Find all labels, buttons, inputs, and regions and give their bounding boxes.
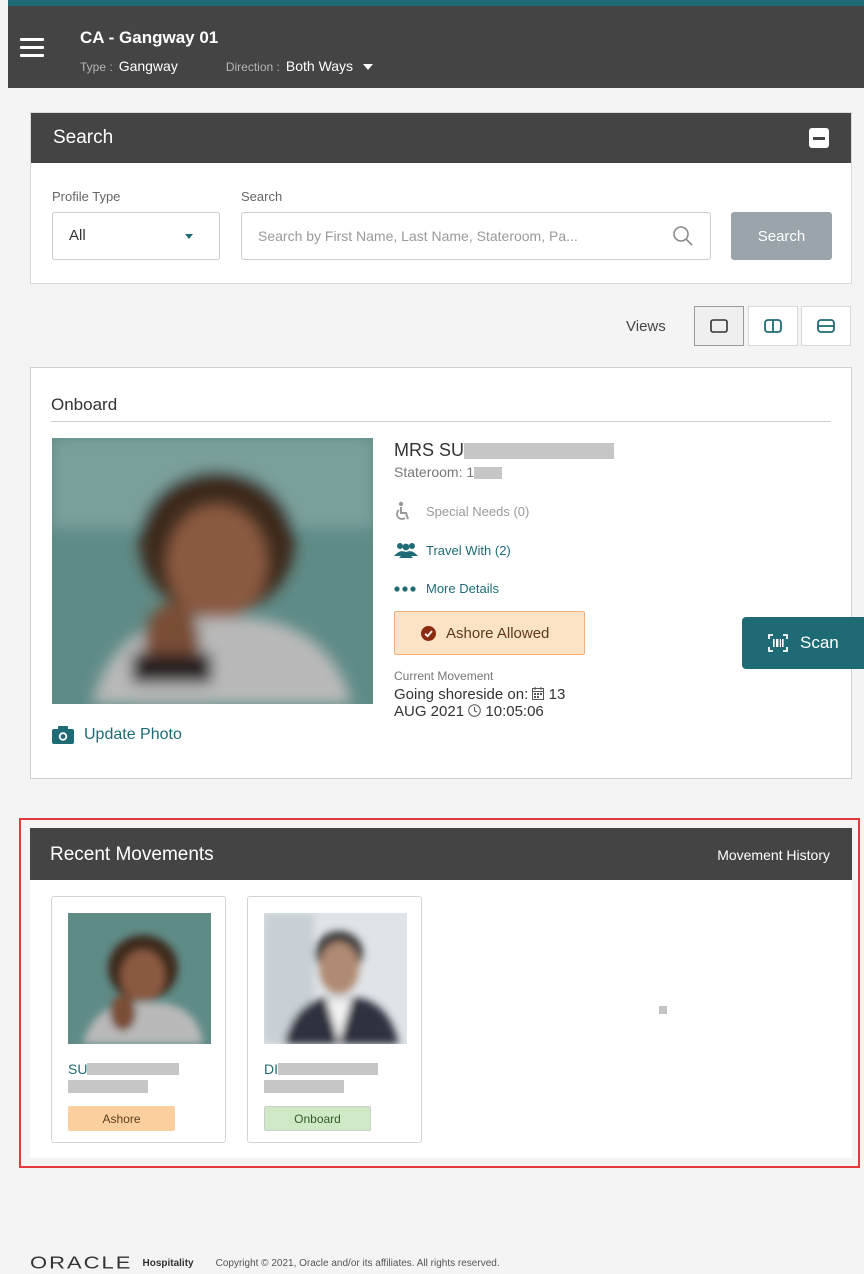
guest-name-prefix: DI: [264, 1061, 278, 1077]
search-button[interactable]: Search: [731, 212, 832, 260]
guest-photo: [52, 438, 373, 704]
profile-type-value: All: [69, 227, 86, 244]
camera-icon: [52, 726, 74, 744]
clock-icon: [468, 704, 482, 717]
stateroom-text: Stateroom: 1: [394, 464, 475, 480]
search-panel-header: Search: [31, 113, 851, 163]
search-label: Search: [241, 189, 283, 204]
accessibility-icon: [396, 501, 409, 520]
scan-button[interactable]: Scan: [742, 617, 864, 669]
more-details-link[interactable]: More Details: [394, 581, 499, 596]
status-badge: Ashore: [68, 1106, 175, 1131]
single-view-icon: [710, 319, 728, 333]
gangway-title: CA - Gangway 01: [80, 28, 219, 47]
redacted-stateroom: [474, 467, 503, 480]
search-panel: Search Profile Type Search All Search: [30, 112, 852, 284]
scan-label: Scan: [800, 633, 839, 652]
redacted-detail: [68, 1080, 148, 1093]
app-header: CA - Gangway 01 Type : Gangway Direction :…: [8, 6, 864, 88]
profile-type-select[interactable]: All: [52, 212, 220, 260]
type-value: Gangway: [118, 58, 178, 74]
hamburger-menu-icon[interactable]: [20, 38, 44, 58]
check-circle-icon: [421, 625, 436, 641]
group-icon: [394, 543, 418, 558]
redacted-name: [278, 1063, 378, 1075]
collapse-icon[interactable]: [809, 128, 829, 148]
search-input[interactable]: [242, 213, 652, 259]
movement-time: 10:05:06: [485, 703, 544, 720]
direction-dropdown[interactable]: Both Ways: [285, 58, 374, 74]
search-panel-title: Search: [53, 127, 114, 148]
update-photo-label: Update Photo: [84, 726, 182, 743]
type-label: Type :: [80, 60, 113, 74]
copyright-text: Copyright © 2021, Oracle and/or its affi…: [215, 1257, 500, 1269]
ashore-allowed-status: Ashore Allowed: [394, 611, 585, 655]
redacted-detail: [264, 1080, 344, 1093]
profile-type-label: Profile Type: [52, 189, 121, 204]
guest-name-text: MRS SU: [394, 440, 465, 460]
movement-text: Going shoreside on:: [394, 686, 529, 703]
single-view-button[interactable]: [694, 306, 744, 346]
status-badge: Onboard: [264, 1106, 371, 1131]
travel-with-link[interactable]: Travel With (2): [394, 542, 511, 558]
more-dots-icon: [394, 585, 416, 592]
oracle-logo-sub: Hospitality: [142, 1257, 194, 1269]
movement-history-link[interactable]: Movement History: [717, 847, 830, 863]
movement-card[interactable]: SU Ashore: [51, 896, 226, 1143]
search-icon[interactable]: [672, 225, 694, 247]
split-horizontal-view-button[interactable]: [801, 306, 851, 346]
special-needs-label: Special Needs (0): [426, 503, 530, 519]
guest-detail-card: Onboard Update Photo MRS SU Stateroom: 1…: [30, 367, 852, 779]
movement-guest-name: SU: [68, 1061, 180, 1077]
footer: ORACLE Hospitality Copyright © 2021, Ora…: [30, 1250, 500, 1274]
guest-name: MRS SU: [394, 440, 615, 461]
movement-date-rest: AUG 2021: [394, 703, 465, 720]
chevron-down-icon: [185, 234, 193, 239]
movement-guest-name: DI: [264, 1061, 378, 1077]
status-label: Ashore Allowed: [446, 624, 550, 642]
loading-indicator: [659, 1006, 667, 1014]
divider: [51, 421, 831, 422]
guest-name-prefix: SU: [68, 1061, 88, 1077]
onboard-section-title: Onboard: [51, 395, 118, 414]
recent-movements-header: Recent Movements Movement History: [30, 828, 852, 880]
caret-down-icon: [363, 64, 374, 71]
current-movement-value: Going shoreside on: 13 AUG 2021 10:05:06: [394, 686, 624, 720]
movement-card[interactable]: DI Onboard: [247, 896, 422, 1143]
header-meta: Type : Gangway Direction : Both Ways: [80, 58, 374, 74]
calendar-icon: [532, 687, 545, 700]
more-details-label: More Details: [426, 581, 499, 596]
movement-date-day: 13: [548, 686, 566, 703]
travel-with-label: Travel With (2): [426, 542, 511, 558]
guest-thumbnail: [264, 913, 407, 1044]
update-photo-link[interactable]: Update Photo: [52, 726, 182, 744]
redacted-name: [464, 443, 615, 460]
barcode-scan-icon: [768, 634, 788, 652]
direction-value: Both Ways: [285, 58, 354, 74]
direction-label: Direction :: [225, 60, 280, 74]
stateroom: Stateroom: 1: [394, 464, 503, 480]
views-label: Views: [626, 318, 666, 335]
oracle-logo: ORACLE: [30, 1252, 133, 1273]
split-vertical-view-button[interactable]: [748, 306, 798, 346]
current-movement-label: Current Movement: [394, 669, 494, 683]
special-needs-link[interactable]: Special Needs (0): [394, 501, 529, 521]
search-field[interactable]: [241, 212, 711, 260]
recent-movements-title: Recent Movements: [50, 844, 214, 865]
redacted-name: [87, 1063, 180, 1075]
guest-thumbnail: [68, 913, 211, 1044]
split-vertical-icon: [764, 319, 782, 333]
split-horizontal-icon: [817, 319, 835, 333]
